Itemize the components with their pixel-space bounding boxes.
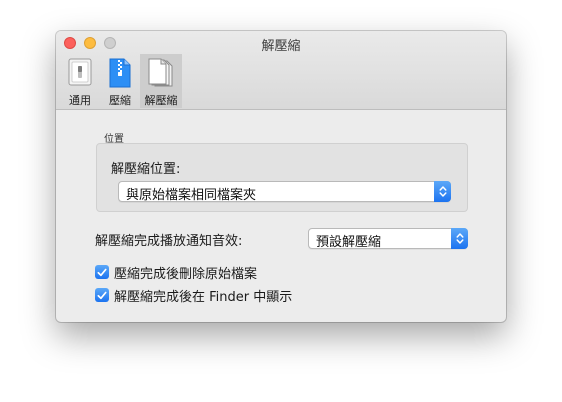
extract-location-value: 與原始檔案相同檔案夾 bbox=[126, 188, 257, 203]
tab-general-label: 通用 bbox=[69, 94, 91, 107]
delete-original-checkbox[interactable] bbox=[95, 265, 109, 279]
window-title: 解壓縮 bbox=[261, 39, 301, 54]
checkmark-icon bbox=[97, 268, 107, 276]
zip-archive-icon bbox=[107, 57, 133, 93]
delete-original-option[interactable]: 壓縮完成後刪除原始檔案 bbox=[95, 264, 258, 282]
title-toolbar: 解壓縮 通用 壓縮 解壓縮 bbox=[56, 31, 506, 110]
popup-arrows-icon bbox=[451, 228, 468, 249]
notification-sound-popup[interactable]: 預設解壓縮 bbox=[308, 228, 468, 250]
extract-location-label: 解壓縮位置: bbox=[111, 162, 181, 177]
show-in-finder-checkbox[interactable] bbox=[95, 288, 109, 302]
notification-sound-value: 預設解壓縮 bbox=[316, 235, 382, 250]
show-in-finder-option[interactable]: 解壓縮完成後在 Finder 中顯示 bbox=[95, 287, 293, 305]
popup-arrows-icon bbox=[434, 181, 451, 202]
preferences-window: 解壓縮 通用 壓縮 解壓縮 位置 解壓縮位置: 與原始檔案相同檔案夾 解壓縮完成… bbox=[56, 31, 506, 322]
tab-compress[interactable]: 壓縮 bbox=[102, 54, 138, 108]
delete-original-label: 壓縮完成後刪除原始檔案 bbox=[114, 266, 258, 282]
tab-extract-label: 解壓縮 bbox=[144, 94, 178, 107]
checkmark-icon bbox=[97, 291, 107, 299]
tab-extract[interactable]: 解壓縮 bbox=[140, 54, 182, 108]
extract-documents-icon bbox=[146, 57, 176, 93]
tab-compress-label: 壓縮 bbox=[109, 94, 131, 107]
show-in-finder-label: 解壓縮完成後在 Finder 中顯示 bbox=[114, 289, 293, 305]
tab-general[interactable]: 通用 bbox=[62, 54, 98, 108]
extract-location-popup[interactable]: 與原始檔案相同檔案夾 bbox=[118, 181, 451, 203]
notification-sound-label: 解壓縮完成播放通知音效: bbox=[95, 234, 243, 249]
general-switch-icon bbox=[67, 57, 93, 91]
